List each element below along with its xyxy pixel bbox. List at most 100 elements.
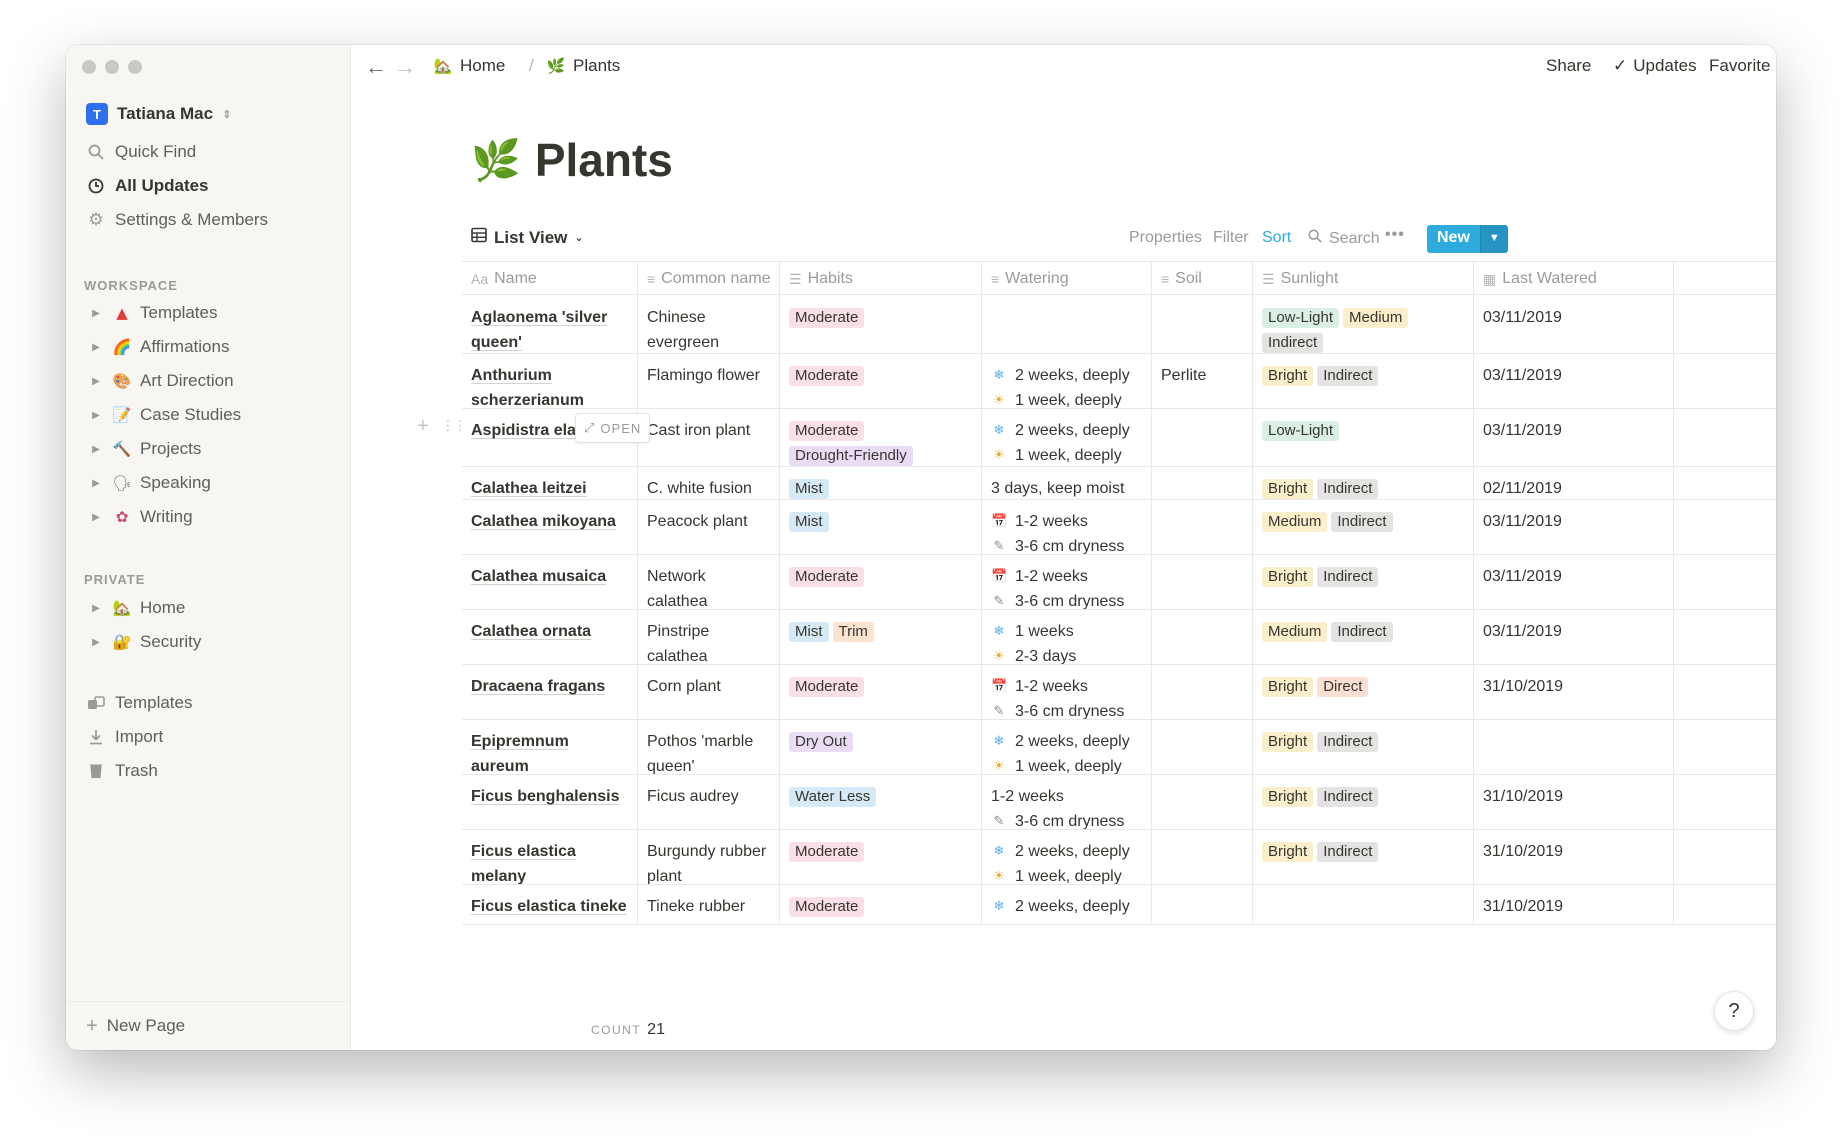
sidebar-page-home[interactable]: ▶ 🏡 Home [88,594,185,622]
column-header[interactable]: ▦ Last Watered [1474,262,1674,296]
soil-cell[interactable] [1152,830,1253,884]
plant-name-cell[interactable]: Calathea leitzei [462,467,638,499]
updates-button[interactable]: ✓ Updates [1613,56,1697,76]
sunlight-cell[interactable]: Low-Light [1253,409,1474,466]
habits-cell[interactable]: Moderate [780,665,982,719]
habits-cell[interactable]: Moderate [780,296,982,353]
expand-triangle-icon[interactable]: ▶ [88,512,104,523]
sunlight-cell[interactable]: Bright Direct [1253,665,1474,719]
soil-cell[interactable]: Perlite [1152,354,1253,408]
habits-cell[interactable]: Mist Trim [780,610,982,664]
chevron-down-icon[interactable]: ▼ [1479,225,1508,253]
table-row[interactable]: Ficus benghalensis Ficus audrey Water Less… [462,775,1776,830]
last-watered-cell[interactable] [1474,720,1674,774]
plant-name-cell[interactable]: Ficus elastica melany [462,830,638,884]
sidebar-page-security[interactable]: ▶ 🔐 Security [88,628,201,656]
common-name-cell[interactable]: Flamingo flower [638,354,780,408]
sunlight-cell[interactable]: Bright Indirect [1253,467,1474,499]
plant-name-cell[interactable]: Ficus benghalensis [462,775,638,829]
habits-cell[interactable]: Moderate [780,830,982,884]
sidebar-trash[interactable]: Trash [86,757,158,785]
sunlight-cell[interactable]: Bright Indirect [1253,720,1474,774]
last-watered-cell[interactable]: 03/11/2019 [1474,610,1674,664]
sidebar-templates[interactable]: Templates [86,689,192,717]
watering-cell[interactable]: 3 days, keep moist [982,467,1152,499]
column-header[interactable]: ≡ Common name [638,262,780,296]
new-page-button[interactable]: + New Page [66,1001,351,1050]
plant-name-cell[interactable]: Aglaonema 'silver queen' [462,296,638,353]
watering-cell[interactable]: 📅 1-2 weeks ✎ 3-6 cm dryness [982,500,1152,554]
plant-name-cell[interactable]: Dracaena fragans [462,665,638,719]
plant-name-cell[interactable]: Calathea ornata [462,610,638,664]
watering-cell[interactable]: ❄ 2 weeks, deeply [982,885,1152,924]
habits-cell[interactable]: Mist [780,467,982,499]
sunlight-cell[interactable]: Low-Light Medium Indirect [1253,296,1474,353]
sidebar-page-affirmations[interactable]: ▶ 🌈 Affirmations [88,333,229,361]
table-row[interactable]: Calathea leitzei C. white fusion Mist 3 day… [462,467,1776,500]
expand-triangle-icon[interactable]: ▶ [88,603,104,614]
table-row[interactable]: Dracaena fragans Corn plant Moderate 📅 1-2 w… [462,665,1776,720]
watering-cell[interactable]: ❄ 2 weeks, deeply ☀ 1 week, deeply [982,409,1152,466]
sidebar-settings-members[interactable]: ⚙ Settings & Members [86,206,268,234]
breadcrumb-home[interactable]: 🏡 Home [433,56,506,76]
plant-name-cell[interactable]: Anthurium scherzerianum [462,354,638,408]
search-button[interactable]: Search [1308,229,1380,248]
sidebar-page-projects[interactable]: ▶ 🔨 Projects [88,435,201,463]
soil-cell[interactable] [1152,467,1253,499]
soil-cell[interactable] [1152,555,1253,609]
soil-cell[interactable] [1152,775,1253,829]
breadcrumb-plants[interactable]: 🌿 Plants [546,56,621,76]
table-row[interactable]: Anthurium scherzerianum Flamingo flower Mo… [462,354,1776,409]
filter-button[interactable]: Filter [1213,229,1249,247]
view-selector[interactable]: List View ⌄ [471,227,584,248]
common-name-cell[interactable]: Network calathea [638,555,780,609]
soil-cell[interactable] [1152,720,1253,774]
zoom-window-button[interactable] [128,60,142,74]
soil-cell[interactable] [1152,610,1253,664]
expand-triangle-icon[interactable]: ▶ [88,342,104,353]
table-row[interactable]: Aglaonema 'silver queen' Chinese evergree… [462,296,1776,354]
watering-cell[interactable]: ❄ 2 weeks, deeply ☀ 1 week, deeply [982,830,1152,884]
expand-triangle-icon[interactable]: ▶ [88,308,104,319]
herb-icon[interactable]: 🌿 [471,137,521,184]
sunlight-cell[interactable]: Medium Indirect [1253,500,1474,554]
habits-cell[interactable]: Dry Out [780,720,982,774]
soil-cell[interactable] [1152,885,1253,924]
column-header[interactable]: ≡ Watering [982,262,1152,296]
last-watered-cell[interactable]: 03/11/2019 [1474,500,1674,554]
common-name-cell[interactable]: Ficus audrey [638,775,780,829]
habits-cell[interactable]: Moderate [780,885,982,924]
plant-name-cell[interactable]: Ficus elastica tineke [462,885,638,924]
sort-button[interactable]: Sort [1262,229,1291,247]
share-button[interactable]: Share [1546,56,1591,76]
common-name-cell[interactable]: Pinstripe calathea [638,610,780,664]
table-row[interactable]: Calathea musaica Network calathea Moderate… [462,555,1776,610]
watering-cell[interactable]: ❄ 2 weeks, deeply ☀ 1 week, deeply [982,354,1152,408]
soil-cell[interactable] [1152,409,1253,466]
habits-cell[interactable]: Mist [780,500,982,554]
habits-cell[interactable]: Water Less [780,775,982,829]
watering-cell[interactable]: ❄ 1 weeks ☀ 2-3 days [982,610,1152,664]
sidebar-all-updates[interactable]: All Updates [86,172,209,200]
last-watered-cell[interactable]: 31/10/2019 [1474,885,1674,924]
plant-name-cell[interactable]: Calathea mikoyana [462,500,638,554]
sidebar-import[interactable]: Import [86,723,163,751]
new-record-button[interactable]: New ▼ [1427,225,1508,253]
column-header[interactable]: ☰ Sunlight [1253,262,1474,296]
sunlight-cell[interactable]: Bright Indirect [1253,830,1474,884]
last-watered-cell[interactable]: 31/10/2019 [1474,830,1674,884]
column-header[interactable]: ≡ Soil [1152,262,1253,296]
common-name-cell[interactable]: Chinese evergreen [638,296,780,353]
habits-cell[interactable]: Moderate Drought-Friendly [780,409,982,466]
table-row[interactable]: Calathea ornata Pinstripe calathea Mist Tri… [462,610,1776,665]
plant-name-cell[interactable]: Calathea musaica [462,555,638,609]
table-row[interactable]: Ficus elastica melany Burgundy rubber pla… [462,830,1776,885]
properties-button[interactable]: Properties [1129,229,1202,247]
last-watered-cell[interactable]: 02/11/2019 [1474,467,1674,499]
common-name-cell[interactable]: C. white fusion [638,467,780,499]
watering-cell[interactable]: 📅 1-2 weeks ✎ 3-6 cm dryness [982,555,1152,609]
sidebar-quick-find[interactable]: Quick Find [86,138,196,166]
last-watered-cell[interactable]: 03/11/2019 [1474,354,1674,408]
column-header[interactable]: ☰ Habits [780,262,982,296]
expand-triangle-icon[interactable]: ▶ [88,478,104,489]
